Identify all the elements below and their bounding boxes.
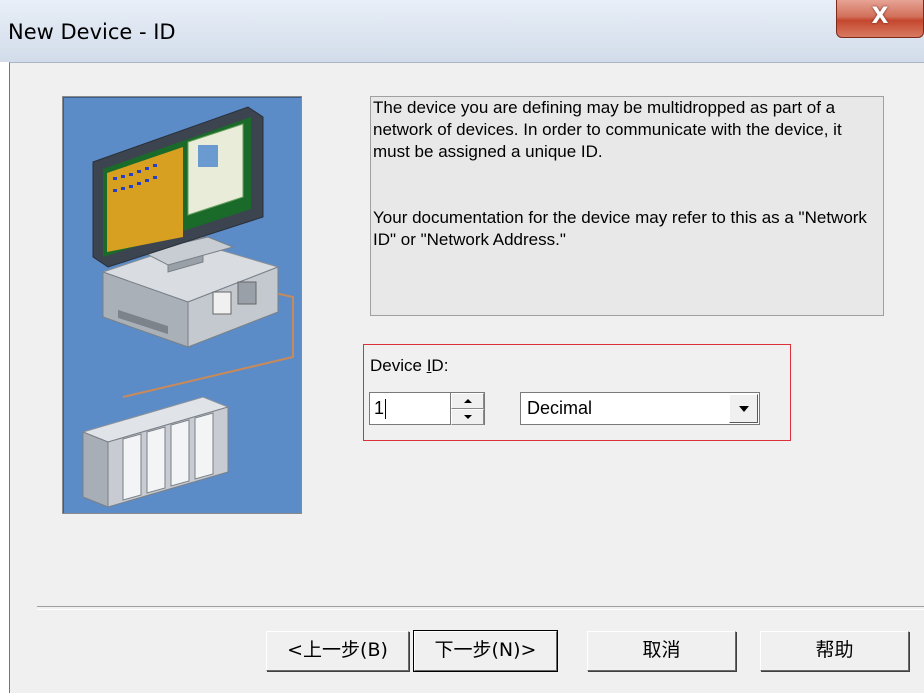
spin-up-icon [464, 399, 472, 403]
close-icon: X [871, 4, 889, 29]
next-button[interactable]: 下一步(N)> [413, 630, 558, 672]
description-panel: The device you are defining may be multi… [370, 96, 884, 316]
help-button[interactable]: 帮助 [760, 631, 909, 671]
id-format-value: Decimal [527, 398, 593, 418]
device-id-value: 1 [374, 398, 385, 418]
computer-plc-illustration [62, 96, 302, 514]
spin-down-button[interactable] [451, 409, 484, 425]
text-caret [385, 399, 387, 420]
id-format-select[interactable]: Decimal [520, 392, 760, 425]
device-id-input[interactable]: 1 [369, 392, 451, 425]
id-format-dropdown-button[interactable] [729, 394, 758, 423]
device-id-label: Device ID: [370, 356, 448, 376]
footer-separator [37, 606, 924, 610]
spin-down-icon [464, 415, 472, 419]
cancel-button[interactable]: 取消 [587, 631, 736, 671]
device-id-label-prefix: Device [370, 356, 427, 375]
title-bar: New Device - ID X [0, 0, 924, 62]
back-button[interactable]: <上一步(B) [266, 631, 409, 671]
spin-up-button[interactable] [451, 393, 484, 409]
device-id-spinner[interactable] [451, 392, 485, 425]
chevron-down-icon [739, 406, 749, 412]
description-paragraph-2: Your documentation for the device may re… [373, 208, 867, 249]
description-paragraph-1: The device you are defining may be multi… [373, 98, 842, 161]
device-id-label-suffix: D: [431, 356, 449, 375]
window-title: New Device - ID [8, 20, 176, 44]
close-button[interactable]: X [836, 0, 924, 38]
